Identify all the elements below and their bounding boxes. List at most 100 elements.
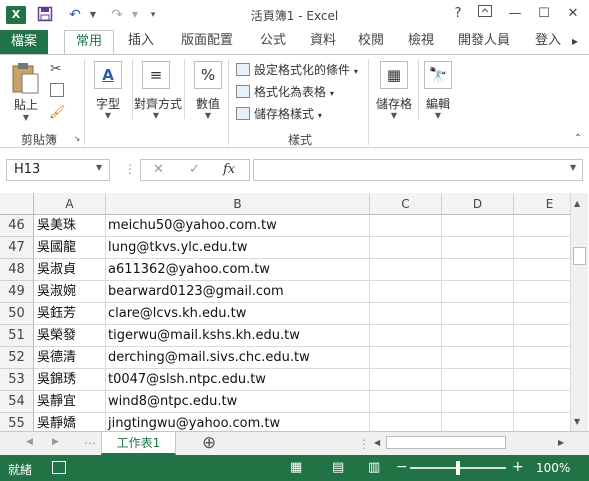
vertical-scroll-thumb[interactable] [573, 247, 586, 265]
format-as-table-button[interactable]: 格式化為表格 ▾ [236, 83, 334, 100]
tab-data[interactable]: 資料 [302, 30, 344, 54]
tab-insert[interactable]: 插入 [120, 30, 162, 54]
cell-empty[interactable] [442, 281, 514, 303]
column-header-c[interactable]: C [370, 193, 442, 215]
cell-email[interactable]: jingtingwu@yahoo.com.tw [106, 413, 370, 431]
sign-in-link[interactable]: 登入 [528, 30, 568, 54]
cell-empty[interactable] [514, 303, 570, 325]
name-box[interactable]: H13 [6, 159, 110, 181]
cell-empty[interactable] [370, 303, 442, 325]
row-header[interactable]: 55 [0, 413, 34, 431]
cell-empty[interactable] [514, 391, 570, 413]
format-painter-icon[interactable]: 🖌 [49, 105, 66, 120]
tab-developer[interactable]: 開發人員 [448, 30, 520, 54]
scroll-right-icon[interactable]: ▶ [558, 438, 564, 447]
row-header[interactable]: 54 [0, 391, 34, 413]
clipboard-launcher-icon[interactable]: ↘ [72, 134, 82, 143]
tab-file[interactable]: 檔案 [0, 30, 48, 54]
cell-email[interactable]: meichu50@yahoo.com.tw [106, 215, 370, 237]
select-all-corner[interactable] [0, 193, 34, 215]
cell-email[interactable]: tigerwu@mail.kshs.kh.edu.tw [106, 325, 370, 347]
cell-empty[interactable] [514, 369, 570, 391]
worksheet-grid[interactable]: A B C D E 46 吳美珠 meichu50@yahoo.com.tw 47 吳國… [0, 193, 570, 431]
cells-dropdown-icon[interactable]: ▼ [386, 111, 402, 120]
cell-empty[interactable] [442, 413, 514, 431]
cells-icon[interactable]: ▦ [380, 61, 408, 89]
column-header-a[interactable]: A [34, 193, 106, 215]
copy-icon[interactable] [50, 83, 64, 97]
sheet-next-icon[interactable]: ▶ [52, 437, 59, 447]
row-header[interactable]: 48 [0, 259, 34, 281]
editing-button[interactable]: 編輯 [420, 95, 456, 112]
tabs-scroll-icon[interactable]: ▸ [572, 34, 588, 50]
number-dropdown-icon[interactable]: ▼ [200, 111, 216, 120]
cell-name[interactable]: 吳靜宜 [34, 391, 106, 413]
font-button[interactable]: 字型 [90, 95, 126, 112]
sheet-tab-active[interactable]: 工作表1 [101, 432, 176, 455]
number-button[interactable]: 數值 [190, 95, 226, 112]
cell-name[interactable]: 吳榮發 [34, 325, 106, 347]
scroll-up-icon[interactable]: ▲ [574, 199, 580, 208]
paste-icon[interactable] [10, 61, 40, 95]
cell-name[interactable]: 吳德清 [34, 347, 106, 369]
cell-empty[interactable] [370, 369, 442, 391]
cancel-icon[interactable]: ✕ [153, 162, 164, 177]
cell-empty[interactable] [514, 325, 570, 347]
cell-empty[interactable] [514, 215, 570, 237]
cell-empty[interactable] [370, 391, 442, 413]
cell-empty[interactable] [370, 325, 442, 347]
formula-input[interactable] [253, 159, 583, 181]
tab-page-layout[interactable]: 版面配置 [170, 30, 244, 54]
cell-empty[interactable] [514, 237, 570, 259]
cell-empty[interactable] [514, 281, 570, 303]
conditional-formatting-button[interactable]: 設定格式化的條件 ▾ [236, 61, 358, 78]
cell-name[interactable]: 吳鈺芳 [34, 303, 106, 325]
zoom-out-button[interactable]: − [396, 459, 408, 475]
cell-email[interactable]: a611362@yahoo.com.tw [106, 259, 370, 281]
paste-button[interactable]: 貼上 [10, 96, 42, 113]
cell-empty[interactable] [442, 215, 514, 237]
page-break-view-icon[interactable]: ▥ [368, 460, 380, 475]
cut-icon[interactable]: ✂ [50, 61, 62, 77]
cell-name[interactable]: 吳靜嬌 [34, 413, 106, 431]
paste-dropdown-icon[interactable]: ▼ [18, 113, 34, 122]
new-sheet-icon[interactable]: ⊕ [202, 433, 216, 453]
font-icon[interactable]: A [94, 61, 122, 89]
page-layout-view-icon[interactable]: ▤ [332, 460, 344, 475]
scroll-down-icon[interactable]: ▼ [574, 417, 580, 426]
insert-function-icon[interactable]: fx [223, 162, 235, 177]
row-header[interactable]: 51 [0, 325, 34, 347]
cell-empty[interactable] [442, 303, 514, 325]
help-button[interactable]: ? [446, 4, 470, 24]
macro-record-icon[interactable] [52, 461, 66, 474]
ribbon-display-button[interactable] [473, 4, 497, 24]
horizontal-scrollbar[interactable]: ◀ ▶ [372, 434, 570, 452]
cell-empty[interactable] [514, 413, 570, 431]
editing-dropdown-icon[interactable]: ▼ [430, 111, 446, 120]
alignment-icon[interactable]: ≡ [142, 61, 170, 89]
enter-icon[interactable]: ✓ [189, 162, 200, 177]
cell-email[interactable]: derching@mail.sivs.chc.edu.tw [106, 347, 370, 369]
cell-email[interactable]: lung@tkvs.ylc.edu.tw [106, 237, 370, 259]
cell-empty[interactable] [370, 215, 442, 237]
normal-view-icon[interactable]: ▦ [290, 460, 302, 475]
cell-name[interactable]: 吳國龍 [34, 237, 106, 259]
row-header[interactable]: 50 [0, 303, 34, 325]
zoom-level[interactable]: 100% [536, 461, 570, 475]
scroll-left-icon[interactable]: ◀ [374, 438, 380, 447]
row-header[interactable]: 47 [0, 237, 34, 259]
editing-icon[interactable]: 🔭 [424, 61, 452, 89]
zoom-in-button[interactable]: + [512, 459, 524, 475]
tab-review[interactable]: 校閱 [350, 30, 392, 54]
cell-empty[interactable] [514, 259, 570, 281]
cell-empty[interactable] [442, 259, 514, 281]
cell-empty[interactable] [370, 281, 442, 303]
alignment-button[interactable]: 對齊方式 [132, 95, 184, 112]
cell-empty[interactable] [442, 391, 514, 413]
cell-empty[interactable] [442, 237, 514, 259]
tab-view[interactable]: 檢視 [400, 30, 442, 54]
row-header[interactable]: 52 [0, 347, 34, 369]
row-header[interactable]: 46 [0, 215, 34, 237]
cell-empty[interactable] [370, 413, 442, 431]
cell-name[interactable]: 吳淑婉 [34, 281, 106, 303]
